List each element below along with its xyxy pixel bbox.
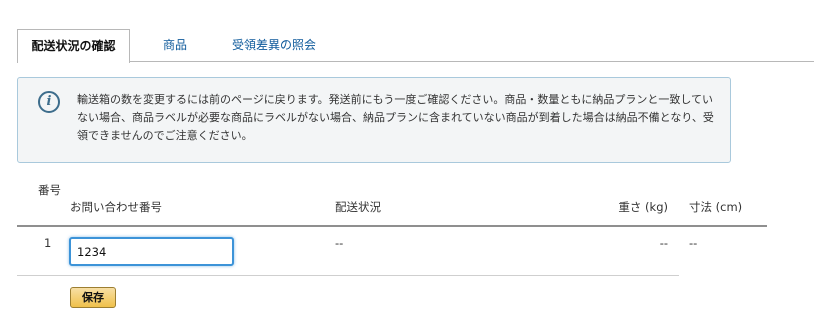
header-shipping-status: 配送状況 bbox=[335, 200, 381, 214]
save-button[interactable]: 保存 bbox=[70, 287, 116, 308]
table-header-divider bbox=[17, 225, 767, 227]
row-shipping-status: -- bbox=[335, 236, 344, 250]
row-weight: -- bbox=[659, 236, 668, 250]
tab-bar: 配送状況の確認 商品 受領差異の照会 bbox=[17, 29, 814, 63]
header-number: 番号 bbox=[38, 183, 61, 197]
header-weight: 重さ (kg) bbox=[618, 200, 668, 214]
info-alert: i 輸送箱の数を変更するには前のページに戻ります。発送前にもう一度ご確認ください… bbox=[17, 77, 731, 163]
tab-products[interactable]: 商品 bbox=[163, 29, 187, 62]
row-number: 1 bbox=[44, 236, 52, 250]
header-tracking-number: お問い合わせ番号 bbox=[70, 200, 162, 214]
info-icon: i bbox=[38, 91, 60, 113]
shipment-page: 配送状況の確認 商品 受領差異の照会 i 輸送箱の数を変更するには前のページに戻… bbox=[0, 0, 814, 327]
table-row-divider bbox=[17, 275, 679, 276]
tracking-number-input[interactable] bbox=[69, 237, 234, 266]
tab-receiving-discrepancy[interactable]: 受領差異の照会 bbox=[232, 29, 316, 62]
tab-confirm-shipping[interactable]: 配送状況の確認 bbox=[17, 29, 130, 63]
header-dimensions: 寸法 (cm) bbox=[689, 200, 743, 214]
row-dimensions: -- bbox=[689, 236, 698, 250]
info-message: 輸送箱の数を変更するには前のページに戻ります。発送前にもう一度ご確認ください。商… bbox=[77, 93, 714, 142]
